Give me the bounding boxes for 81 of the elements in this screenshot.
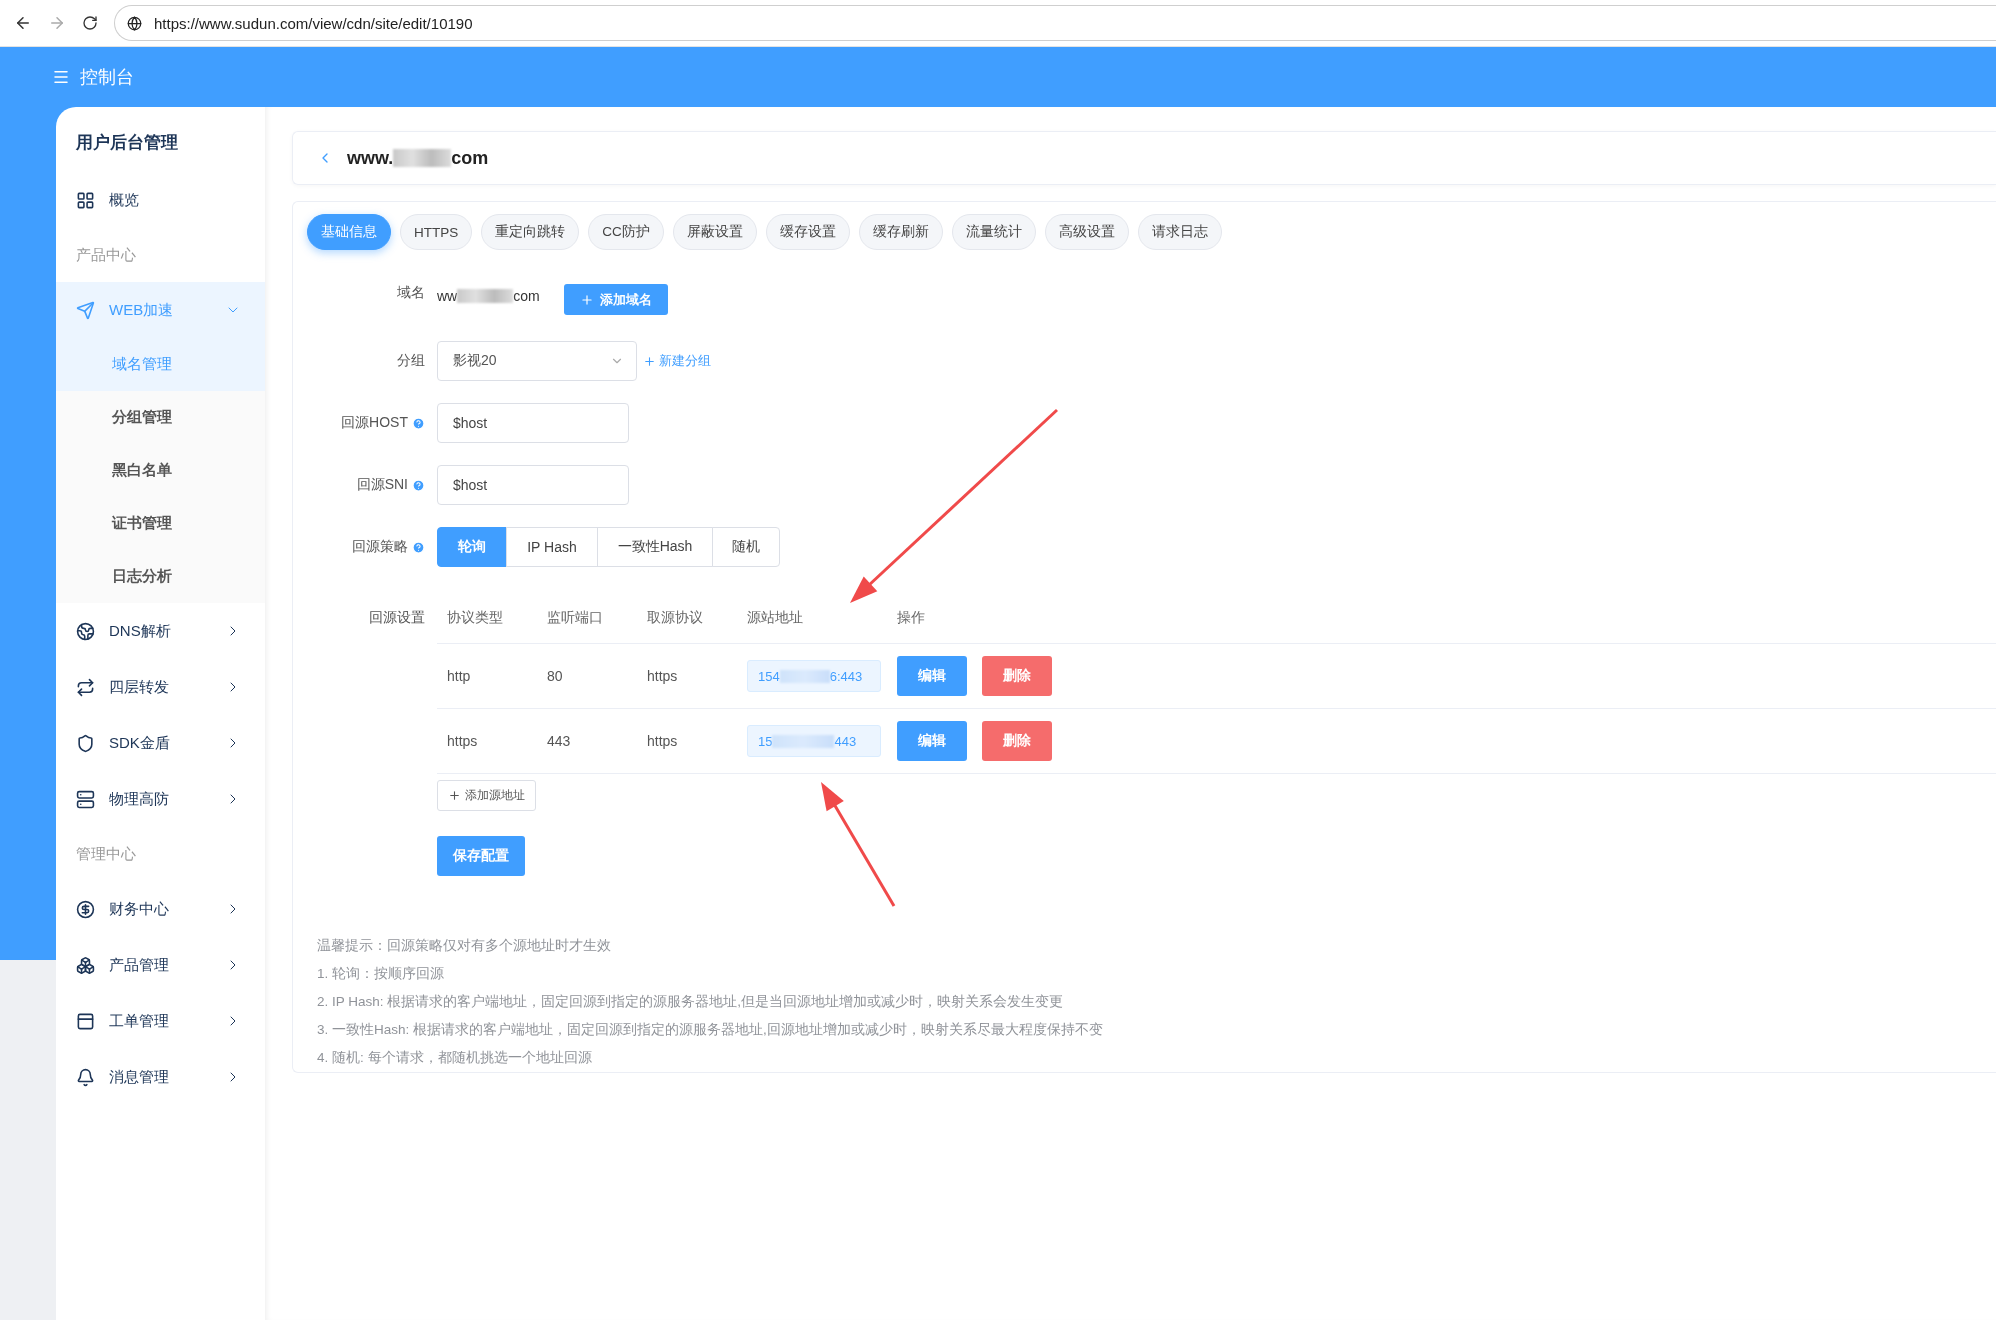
menu-icon[interactable] [52, 68, 70, 86]
nav-icon [76, 190, 95, 210]
strategy-option[interactable]: IP Hash [506, 527, 598, 567]
sni-input[interactable]: $host [437, 465, 629, 505]
help-icon [412, 540, 425, 554]
help-icon [412, 478, 425, 492]
nav-icon [76, 1067, 95, 1087]
plus-icon [448, 789, 461, 802]
tab[interactable]: 屏蔽设置 [672, 214, 757, 250]
sidebar-item[interactable]: 概览 [56, 172, 265, 228]
address-tag: 15 443 [747, 725, 881, 757]
add-origin-button[interactable]: 添加源地址 [437, 780, 536, 811]
column-header: 源站地址 [747, 608, 804, 627]
sidebar-item[interactable]: 物理高防 [56, 771, 265, 827]
reload-icon[interactable] [82, 15, 98, 31]
nav-icon [76, 955, 95, 975]
back-icon[interactable] [14, 14, 32, 32]
nav-icon [76, 789, 95, 809]
sidebar-item[interactable]: 消息管理 [56, 1049, 265, 1105]
site-info-icon [127, 15, 142, 31]
tab[interactable]: CC防护 [588, 214, 664, 250]
sidebar-item[interactable]: 产品管理 [56, 937, 265, 993]
tab[interactable]: 缓存设置 [765, 214, 850, 250]
sidebar-item[interactable]: 财务中心 [56, 881, 265, 937]
nav-icon [76, 733, 95, 753]
sidebar-item[interactable]: 四层转发 [56, 659, 265, 715]
host-input[interactable]: $host [437, 403, 629, 443]
field-label: 域名 [397, 284, 425, 302]
nav-icon [76, 677, 95, 697]
sidebar-subitem[interactable]: 证书管理 [56, 497, 265, 550]
sidebar-subitem[interactable]: 日志分析 [56, 550, 265, 603]
tab[interactable]: 缓存刷新 [858, 214, 943, 250]
plus-icon [579, 292, 594, 307]
field-label: 分组 [397, 352, 425, 370]
url-text: https://www.sudun.com/view/cdn/site/edit/10190 [154, 14, 473, 32]
help-icon [412, 416, 425, 430]
table-cell-text: https [447, 733, 479, 749]
field-label: 回源设置 [369, 609, 425, 627]
column-header: 监听端口 [547, 608, 604, 627]
note-text: 4. 随机: 每个请求，都随机挑选一个地址回源 [317, 1049, 593, 1067]
tab[interactable]: 流量统计 [951, 214, 1036, 250]
column-header: 取源协议 [647, 608, 704, 627]
nav-icon [76, 300, 95, 320]
strategy-option[interactable]: 一致性Hash [597, 527, 713, 567]
sidebar-item[interactable]: 工单管理 [56, 993, 265, 1049]
field-label: 回源策略 [352, 538, 408, 556]
domain-value: ww com [437, 288, 540, 304]
column-header: 协议类型 [447, 608, 504, 627]
sidebar-item[interactable]: SDK金盾 [56, 715, 265, 771]
strategy-option[interactable]: 随机 [712, 527, 780, 567]
field-label: 回源HOST [341, 414, 408, 432]
group-select[interactable]: 影视20 [437, 341, 637, 381]
tab[interactable]: 重定向跳转 [481, 214, 580, 250]
nav-icon [76, 621, 95, 641]
table-cell-text: https [647, 733, 679, 749]
plus-icon [643, 354, 656, 368]
note-text: 1. 轮询：按顺序回源 [317, 965, 445, 983]
column-header: 操作 [897, 608, 926, 627]
sidebar-subitem[interactable]: 分组管理 [56, 391, 265, 444]
table-cell-text: 80 [547, 668, 564, 684]
forward-icon[interactable] [48, 14, 66, 32]
tab[interactable]: 请求日志 [1137, 214, 1222, 250]
note-text: 3. 一致性Hash: 根据请求的客户端地址，固定回源到指定的源服务器地址,回源地址增加或减少时，映射关系尽最大程度保持不变 [317, 1021, 1104, 1039]
sidebar-subitem[interactable]: 黑白名单 [56, 444, 265, 497]
table-cell-text: https [647, 668, 679, 684]
note-text: 2. IP Hash: 根据请求的客户端地址，固定回源到指定的源服务器地址,但是当回源地址增加或减少时，映射关系会发生变更 [317, 993, 1065, 1011]
sidebar-item[interactable]: DNS解析 [56, 603, 265, 659]
nav-icon [76, 1011, 95, 1031]
tab[interactable]: 高级设置 [1044, 214, 1129, 250]
domain-title: www. com [347, 147, 489, 169]
address-tag: 154 6:443 [747, 660, 881, 692]
sidebar-title: 用户后台管理 [75, 132, 179, 154]
sidebar-section-title: 管理中心 [75, 843, 137, 864]
tab[interactable]: HTTPS [400, 214, 473, 250]
field-label: 回源SNI [356, 476, 408, 494]
table-cell-text: 443 [547, 733, 572, 749]
note-text: 温馨提示：回源策略仅对有多个源地址时才生效 [317, 937, 612, 955]
header-title: 控制台 [80, 66, 134, 89]
nav-icon [76, 899, 95, 919]
table-cell-text: http [447, 668, 472, 684]
sidebar-section-title: 产品中心 [75, 244, 137, 265]
